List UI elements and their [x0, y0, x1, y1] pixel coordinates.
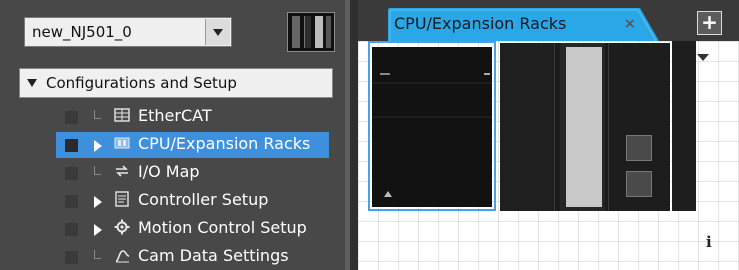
multiview-explorer: new_NJ501_0 Configurations and Setup Eth… [0, 0, 345, 270]
tab-cpu-expansion-racks[interactable]: CPU/Expansion Racks × [388, 8, 659, 41]
collapse-triangle-icon[interactable] [27, 79, 37, 87]
expand-arrow-icon[interactable] [94, 224, 102, 236]
ethernet-port-icon [626, 171, 652, 197]
ethernet-port-icon [626, 135, 652, 161]
tree-item-label: Controller Setup [138, 190, 269, 209]
rack-icon [113, 135, 131, 153]
section-label: Configurations and Setup [46, 74, 237, 92]
device-select-value: new_NJ501_0 [32, 23, 132, 41]
info-icon[interactable]: i [706, 233, 712, 251]
tree-connector-icon [94, 250, 101, 259]
tree-item-label: I/O Map [138, 162, 200, 181]
cam-data-icon [113, 247, 131, 265]
tree-item-motion-control-setup[interactable]: Motion Control Setup [56, 216, 346, 242]
tree-item-label: EtherCAT [138, 106, 212, 125]
tree-item-controller-setup[interactable]: Controller Setup [56, 188, 346, 214]
tree-item-cam-data-settings[interactable]: Cam Data Settings [56, 244, 346, 270]
tree-connector-icon [94, 110, 101, 119]
status-square-icon [65, 195, 78, 208]
motion-gear-icon [113, 219, 131, 237]
tree-item-ethercat[interactable]: EtherCAT [56, 104, 346, 130]
end-cover[interactable] [672, 41, 696, 211]
chevron-down-icon[interactable] [205, 19, 230, 45]
status-square-icon [65, 251, 78, 264]
status-square-icon [65, 223, 78, 236]
cpu-rack [368, 41, 703, 211]
io-map-icon [113, 163, 131, 181]
tree-item-cpu-expansion-racks[interactable]: CPU/Expansion Racks [56, 132, 329, 158]
main-window: new_NJ501_0 Configurations and Setup Eth… [0, 0, 739, 270]
status-square-icon [65, 111, 78, 124]
tree-item-io-map[interactable]: I/O Map [56, 160, 346, 186]
pane-splitter[interactable] [350, 0, 358, 270]
expand-arrow-icon[interactable] [94, 140, 102, 152]
controller-thumbnail[interactable] [287, 12, 335, 52]
tree-connector-icon [94, 166, 101, 175]
controller-setup-icon [113, 191, 131, 209]
status-square-icon [65, 139, 78, 152]
selection-highlight [368, 41, 496, 211]
cpu-unit[interactable] [500, 43, 670, 211]
device-select[interactable]: new_NJ501_0 [24, 17, 232, 47]
close-icon[interactable]: × [624, 16, 636, 32]
expand-arrow-icon[interactable] [94, 196, 102, 208]
editor-pane: CPU/Expansion Racks × + i [358, 0, 739, 270]
tab-label: CPU/Expansion Racks [394, 14, 567, 33]
ethercat-icon [113, 107, 131, 125]
tree-item-label: Motion Control Setup [138, 218, 307, 237]
tree-item-label: CPU/Expansion Racks [138, 134, 311, 153]
section-configurations-and-setup[interactable]: Configurations and Setup [19, 68, 333, 98]
status-square-icon [65, 167, 78, 180]
tree-item-label: Cam Data Settings [138, 246, 289, 265]
add-tab-button[interactable]: + [697, 11, 722, 35]
chevron-down-icon[interactable] [696, 53, 711, 63]
